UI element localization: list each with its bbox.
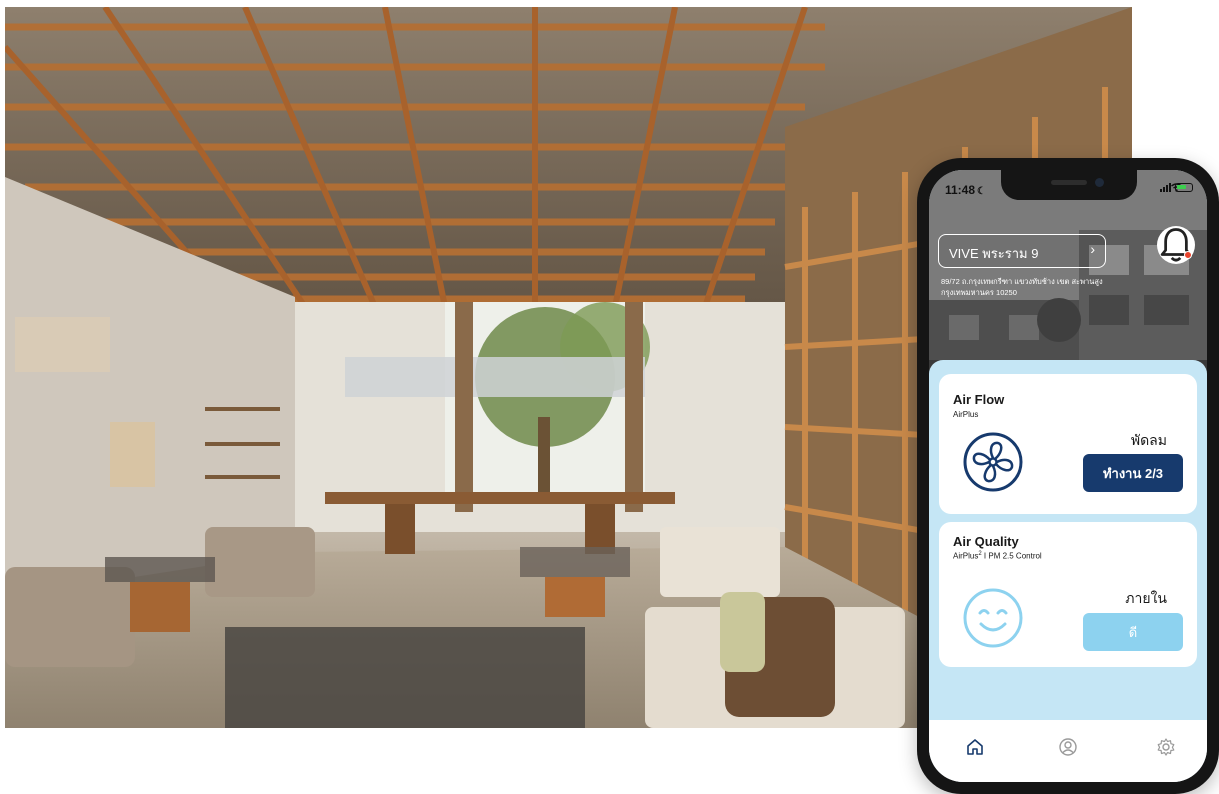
battery-icon [1175, 183, 1193, 192]
marketing-composite: 11:48 ☾ VIVE พระราม 9 › 89/72 ถ.กรุงเทพกร… [0, 0, 1219, 794]
tab-settings[interactable] [1153, 734, 1179, 760]
phone-mockup: 11:48 ☾ VIVE พระราม 9 › 89/72 ถ.กรุงเทพกร… [917, 158, 1219, 794]
air-quality-subtitle-rest: I PM 2.5 Control [981, 551, 1042, 561]
fan-label: พัดลม [1130, 432, 1167, 448]
air-quality-title: Air Quality [953, 534, 1019, 549]
tab-home[interactable] [962, 734, 988, 760]
chevron-right-icon: › [1090, 241, 1095, 257]
project-name: VIVE พระราม 9 [949, 246, 1039, 261]
air-quality-card: Air Quality AirPlus2 I PM 2.5 Control ภา… [939, 522, 1197, 667]
bottom-tab-bar [929, 720, 1207, 782]
moon-icon: ☾ [977, 186, 986, 197]
fan-icon [963, 432, 1023, 492]
project-selector-button[interactable]: VIVE พระราม 9 › [938, 234, 1106, 268]
device-panel: Air Flow AirPlus พัดลม ทำงาน 2/3 Air Qua… [929, 360, 1207, 720]
front-camera [1095, 178, 1104, 187]
home-icon [967, 739, 983, 755]
settings-icon [1157, 738, 1175, 756]
smile-face-icon [963, 588, 1023, 648]
air-quality-status-button[interactable]: ดี [1083, 613, 1183, 651]
notification-badge [1184, 251, 1192, 259]
status-icons [1160, 183, 1193, 192]
tab-profile[interactable] [1055, 734, 1081, 760]
air-flow-card: Air Flow AirPlus พัดลม ทำงาน 2/3 [939, 374, 1197, 514]
air-flow-title: Air Flow [953, 392, 1005, 407]
status-time: 11:48 ☾ [945, 183, 986, 197]
air-quality-subtitle-main: AirPlus [953, 551, 979, 561]
profile-icon [1059, 738, 1077, 756]
speaker [1051, 180, 1087, 185]
air-quality-subtitle: AirPlus2 I PM 2.5 Control [953, 551, 1042, 561]
indoor-label: ภายใน [1125, 590, 1167, 606]
app-screen: 11:48 ☾ VIVE พระราม 9 › 89/72 ถ.กรุงเทพกร… [929, 170, 1207, 782]
fan-speed-button[interactable]: ทำงาน 2/3 [1083, 454, 1183, 492]
project-address: 89/72 ถ.กรุงเทพกรีฑา แขวงทับช้าง เขต สะพ… [941, 277, 1103, 297]
notification-button[interactable] [1157, 226, 1195, 264]
phone-notch [1001, 170, 1137, 200]
air-flow-subtitle: AirPlus [953, 410, 979, 419]
project-hero: 11:48 ☾ VIVE พระราม 9 › 89/72 ถ.กรุงเทพกร… [929, 170, 1207, 375]
